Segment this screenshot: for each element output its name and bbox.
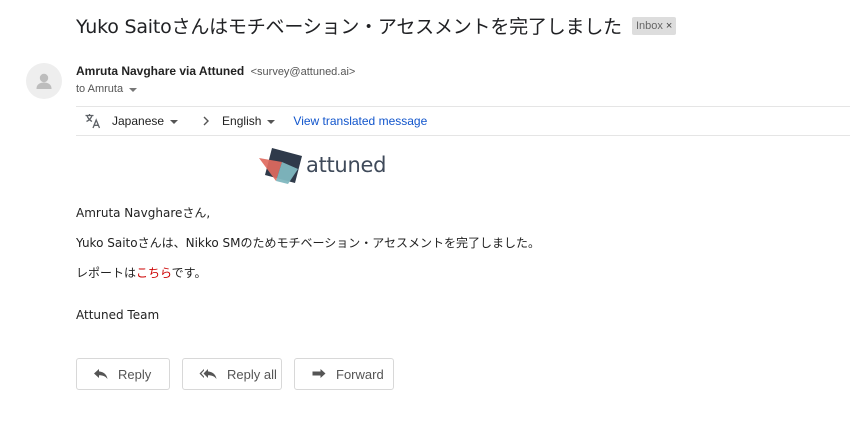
signature-text: Attuned Team [76, 308, 160, 322]
reply-all-icon [199, 369, 217, 379]
report-link[interactable]: こちら [136, 266, 172, 280]
reply-all-button[interactable]: Reply all [182, 358, 282, 390]
source-language-label: Japanese [112, 114, 165, 128]
translation-bar: Japanese English View translated message [76, 106, 850, 136]
greeting-text: Amruta Navghareさん, [76, 206, 211, 220]
email-subject: Yuko Saitoさんはモチベーション・アセスメントを完了しました [76, 16, 622, 38]
attuned-logo: attuned [258, 145, 386, 185]
message-line-2: レポートはこちらです。 [76, 264, 206, 281]
inbox-label-text: Inbox [635, 19, 663, 32]
forward-button[interactable]: Forward [294, 358, 394, 390]
report-text-suffix: です。 [171, 266, 207, 280]
sender-email: <survey@attuned.ai> [250, 66, 356, 78]
chevron-right-icon [202, 116, 210, 126]
subject-row: Yuko Saitoさんはモチベーション・アセスメントを完了しました Inbox… [76, 12, 677, 39]
reply-actions: Reply Reply all Forward [76, 358, 406, 390]
remove-label-icon[interactable]: × [666, 20, 672, 32]
email-view: Yuko Saitoさんはモチベーション・アセスメントを完了しました Inbox… [0, 0, 850, 445]
attuned-logo-mark-icon [259, 148, 302, 184]
forward-label: Forward [336, 366, 384, 382]
target-language-select[interactable]: English [222, 114, 276, 128]
recipient-line[interactable]: to Amruta [76, 83, 138, 95]
recipient-text: to Amruta [76, 83, 124, 95]
sender-line: Amruta Navghare via Attuned <survey@attu… [76, 64, 355, 78]
view-translated-link[interactable]: View translated message [293, 114, 427, 128]
chevron-down-icon[interactable] [129, 88, 138, 92]
logo-wordmark: attuned [306, 153, 387, 177]
reply-label: Reply [118, 366, 152, 382]
message-line-1: Yuko Saitoさんは、Nikko SMのためモチベーション・アセスメントを… [76, 236, 541, 250]
inbox-label-chip[interactable]: Inbox × [631, 16, 677, 35]
source-language-select[interactable]: Japanese [112, 114, 179, 128]
reply-all-label: Reply all [227, 366, 277, 382]
sender-avatar[interactable] [26, 63, 62, 99]
reply-button[interactable]: Reply [76, 358, 170, 390]
reply-icon [94, 369, 108, 379]
person-icon [36, 73, 52, 89]
forward-icon [312, 369, 326, 378]
sender-name[interactable]: Amruta Navghare via Attuned [76, 64, 244, 78]
target-language-label: English [222, 114, 262, 128]
translate-icon [84, 111, 104, 131]
chevron-down-icon [170, 120, 179, 124]
report-text-prefix: レポートは [76, 266, 137, 280]
chevron-down-icon [267, 120, 276, 124]
